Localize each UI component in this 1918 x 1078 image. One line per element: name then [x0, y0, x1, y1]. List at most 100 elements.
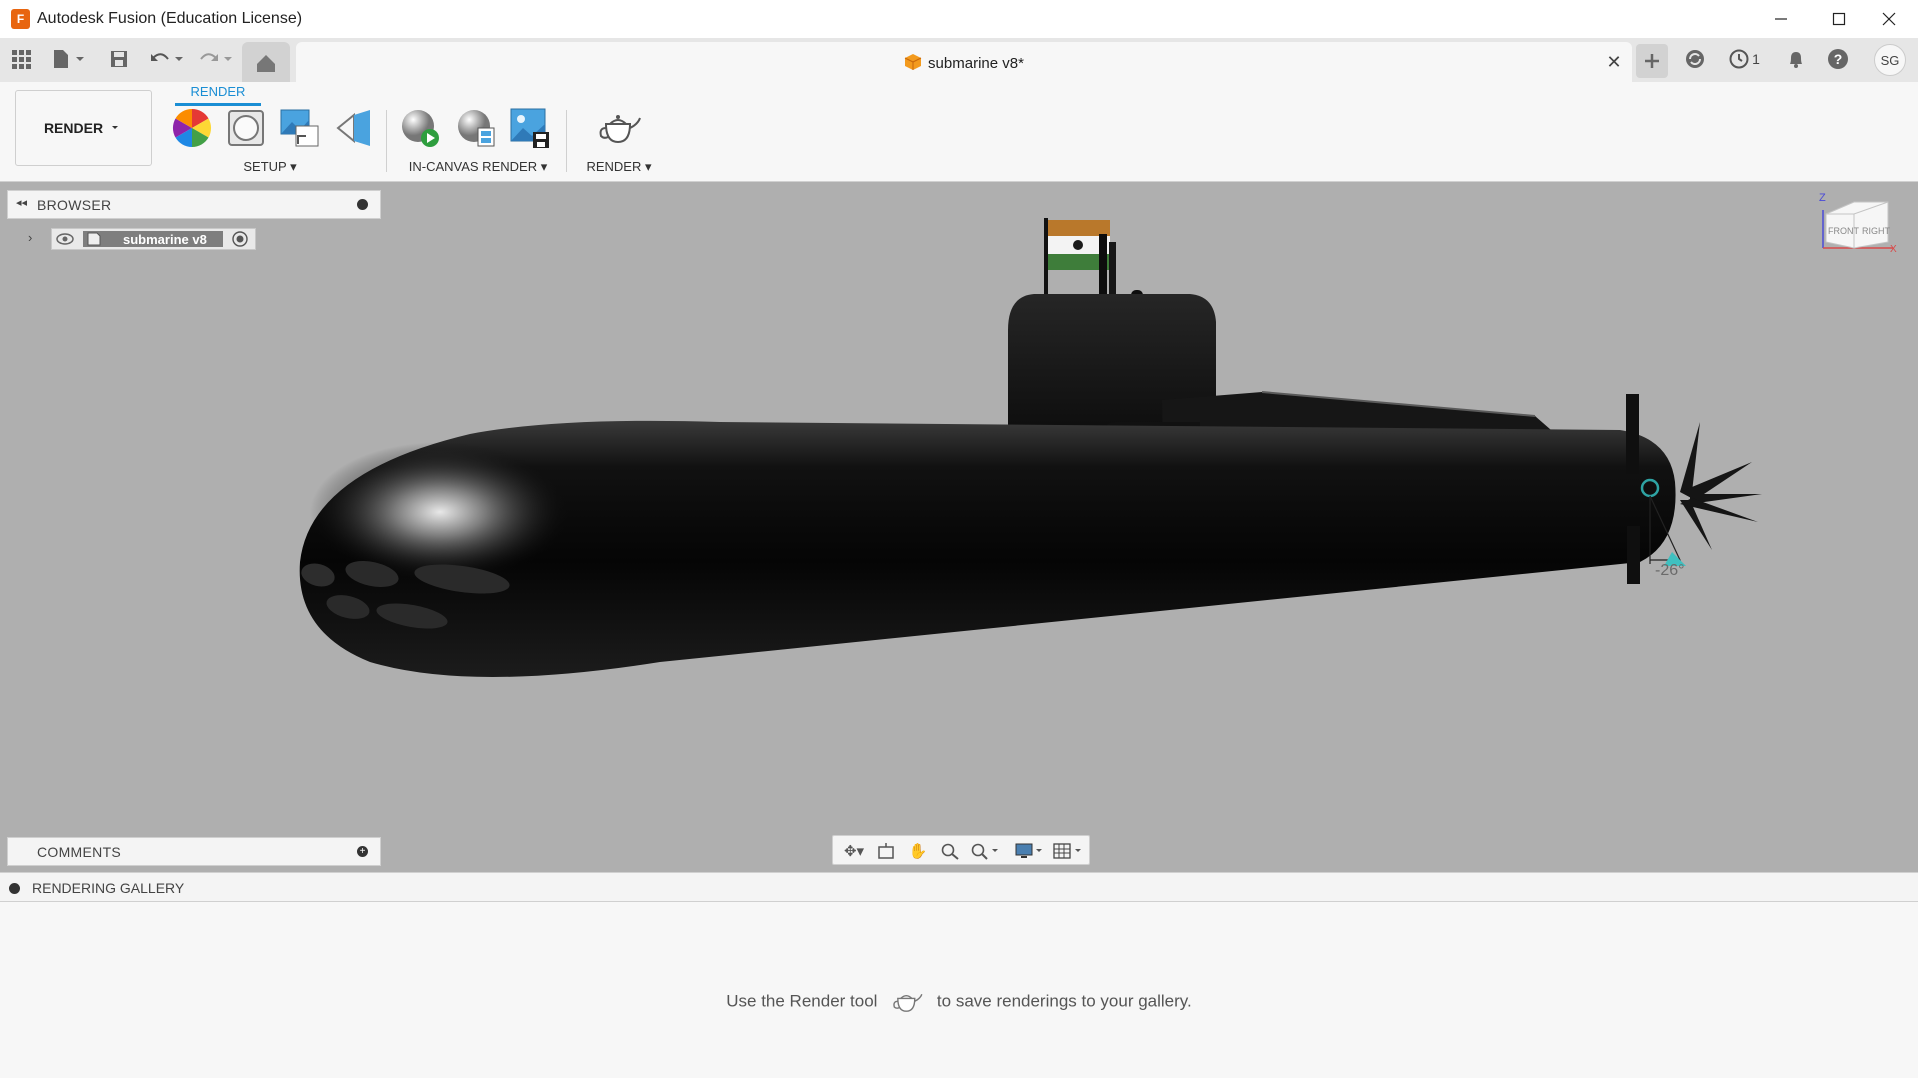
- toolbar-separator: [386, 110, 387, 172]
- capture-image-button[interactable]: [508, 106, 552, 150]
- caret-down-icon: [112, 126, 119, 129]
- z-axis-label: Z: [1819, 192, 1826, 204]
- collapse-panel-icon[interactable]: ◂◂: [16, 196, 27, 209]
- angle-readout: -26°: [1655, 562, 1685, 579]
- in-canvas-render-group-menu[interactable]: IN-CANVAS RENDER ▾: [398, 159, 558, 175]
- svg-text:?: ?: [1834, 51, 1843, 67]
- file-menu-button[interactable]: [50, 47, 86, 71]
- canvas-viewport[interactable]: -26° Z FRONT RIGHT X: [0, 182, 1918, 872]
- home-tab[interactable]: [242, 42, 290, 82]
- view-cube-icon: [1822, 201, 1893, 249]
- workspace-label: RENDER: [43, 120, 104, 136]
- gallery-title: RENDERING GALLERY: [32, 880, 185, 896]
- render-sphere-play-icon: [402, 110, 439, 147]
- user-avatar[interactable]: SG: [1874, 44, 1906, 76]
- grid-icon: [12, 50, 31, 69]
- material-sphere-icon: [228, 110, 264, 146]
- minimize-gallery-icon[interactable]: [9, 883, 20, 894]
- minimize-icon: [1775, 18, 1787, 20]
- grid-settings-icon[interactable]: [1051, 842, 1085, 860]
- color-wheel-icon: [172, 108, 212, 148]
- render-sphere-settings-icon: [458, 110, 495, 147]
- texture-map-icon: [336, 110, 370, 146]
- gallery-message-end: to save renderings to your gallery.: [936, 991, 1192, 1011]
- browser-panel: ◂◂ BROWSER: [7, 190, 381, 219]
- document-tab[interactable]: submarine v8* ✕: [296, 42, 1632, 82]
- job-status-button[interactable]: 1: [1724, 47, 1764, 71]
- render-button[interactable]: [596, 106, 641, 150]
- clock-icon: [1729, 49, 1749, 69]
- extensions-button[interactable]: [1683, 47, 1707, 71]
- add-comment-icon[interactable]: +: [357, 846, 368, 857]
- expand-arrow-icon[interactable]: ›: [28, 230, 32, 245]
- rendering-gallery: Use the Render tool to save renderings t…: [0, 902, 1918, 1078]
- comments-panel: COMMENTS +: [7, 837, 381, 866]
- scene-settings-button[interactable]: [278, 106, 322, 150]
- fusion-logo-icon: F: [11, 9, 30, 29]
- activate-radio-icon[interactable]: [231, 231, 249, 249]
- file-icon: [54, 50, 84, 68]
- zoom-icon[interactable]: [939, 842, 961, 860]
- physical-material-button[interactable]: [224, 106, 268, 150]
- teapot-icon: [893, 993, 923, 1012]
- navigation-bar: ✥▾ ✋: [832, 835, 1090, 865]
- appearance-button[interactable]: [170, 106, 214, 150]
- cube-face-right[interactable]: RIGHT: [1862, 226, 1890, 236]
- redo-icon: [200, 53, 232, 61]
- gallery-message-start: Use the Render tool: [726, 991, 878, 1011]
- title-bar: F Autodesk Fusion (Education License): [0, 0, 1918, 38]
- browser-root-item[interactable]: submarine v8: [51, 228, 256, 250]
- capture-image-icon: [510, 108, 549, 148]
- setup-group-menu[interactable]: SETUP ▾: [226, 159, 314, 175]
- maximize-icon: [1832, 12, 1846, 26]
- render-group-menu[interactable]: RENDER ▾: [580, 159, 658, 175]
- cube-face-front[interactable]: FRONT: [1828, 226, 1859, 236]
- gallery-empty-message: Use the Render tool to save renderings t…: [0, 990, 1918, 1014]
- help-button[interactable]: ?: [1826, 47, 1850, 71]
- redo-button[interactable]: [197, 47, 235, 71]
- in-canvas-render-settings-button[interactable]: [454, 106, 498, 150]
- close-window-button[interactable]: [1860, 0, 1918, 38]
- save-button[interactable]: [107, 47, 131, 71]
- refresh-icon: [1686, 50, 1704, 68]
- pan-hand-icon[interactable]: ✋: [907, 842, 929, 860]
- comments-title: COMMENTS: [37, 844, 122, 860]
- submarine-model: [299, 218, 1762, 677]
- app-grid-button[interactable]: [9, 47, 33, 71]
- new-tab-button[interactable]: [1636, 44, 1668, 78]
- view-cube[interactable]: Z FRONT RIGHT X: [1818, 192, 1918, 276]
- in-canvas-render-button[interactable]: [398, 106, 442, 150]
- document-icon: [87, 232, 101, 246]
- look-at-icon[interactable]: [875, 842, 897, 860]
- document-title: submarine v8*: [928, 55, 1024, 72]
- toolbar-separator: [566, 110, 567, 172]
- undo-icon: [151, 53, 183, 61]
- toolbar: RENDER RENDER SETUP ▾ IN-CANVAS RENDER ▾: [0, 82, 1918, 182]
- display-settings-icon[interactable]: [1013, 842, 1045, 860]
- job-count: 1: [1752, 51, 1760, 67]
- scene-image-icon: [280, 109, 319, 147]
- help-icon: ?: [1828, 49, 1848, 69]
- rendering-gallery-header[interactable]: RENDERING GALLERY: [0, 872, 1918, 902]
- close-tab-button[interactable]: ✕: [1604, 52, 1624, 72]
- minimize-browser-icon[interactable]: [357, 199, 368, 210]
- component-icon: [904, 54, 922, 70]
- save-icon: [111, 51, 127, 67]
- orbit-icon[interactable]: ✥▾: [837, 842, 871, 860]
- eye-icon[interactable]: [56, 231, 74, 247]
- minimize-button[interactable]: [1752, 0, 1810, 38]
- workspace-switcher[interactable]: RENDER: [15, 90, 152, 166]
- notifications-button[interactable]: [1784, 47, 1808, 71]
- window-title: Autodesk Fusion (Education License): [37, 10, 303, 27]
- teapot-icon: [599, 115, 641, 144]
- close-icon: [1882, 12, 1896, 26]
- bell-icon: [1790, 52, 1802, 68]
- x-axis-label: X: [1890, 244, 1897, 255]
- home-icon: [257, 55, 275, 72]
- texture-map-button[interactable]: [332, 106, 376, 150]
- tab-render[interactable]: RENDER: [175, 84, 261, 99]
- fit-zoom-icon[interactable]: [969, 842, 1001, 860]
- browser-item-label: submarine v8: [123, 232, 207, 247]
- undo-button[interactable]: [148, 47, 186, 71]
- plus-icon: [1645, 54, 1659, 68]
